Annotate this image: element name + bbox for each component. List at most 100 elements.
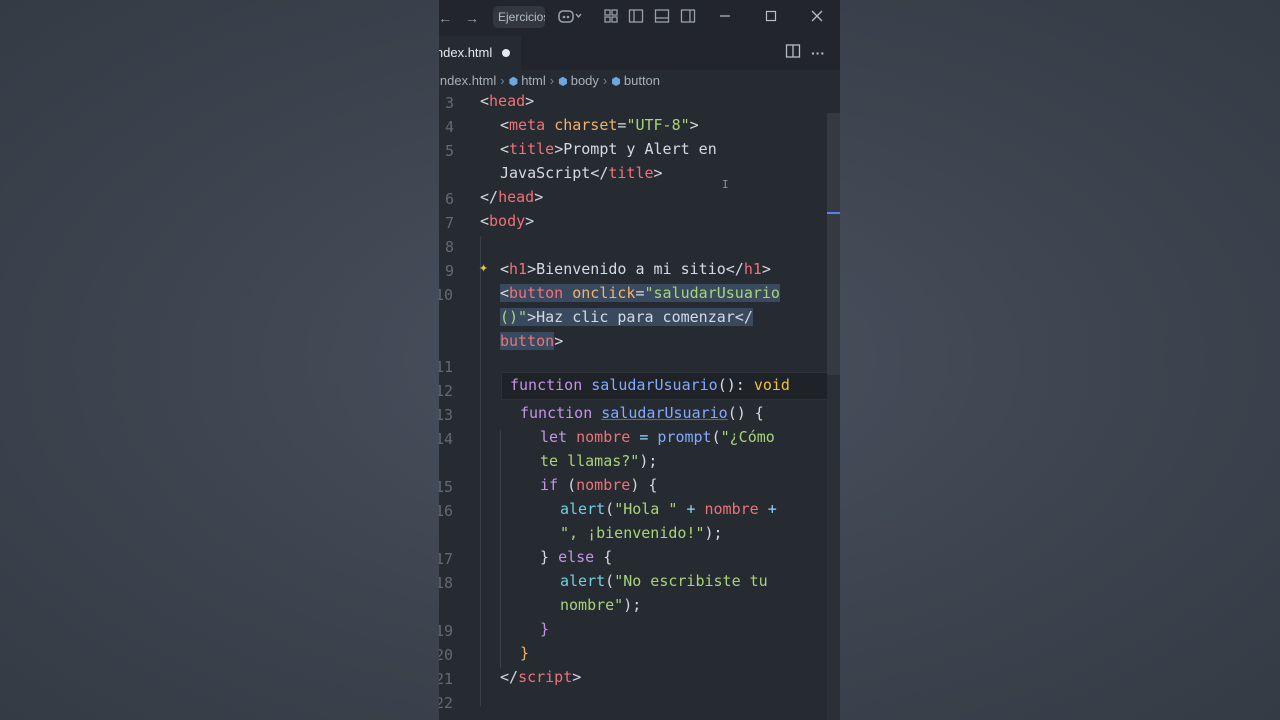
title-bar: ← → Ejercicios (439, 0, 840, 36)
code-token: onclick (572, 284, 636, 302)
hover-signature: function saludarUsuario(): void (510, 376, 790, 394)
arrow-left-icon[interactable]: ← (439, 8, 455, 28)
line-number: 10 (439, 286, 453, 304)
code-token: Bienvenido a mi sitio (536, 260, 726, 278)
chevron-right-icon: › (549, 73, 555, 88)
text-cursor-icon: I (722, 178, 729, 191)
line-number: 11 (439, 358, 453, 376)
line-number: 12 (439, 382, 453, 400)
code-token: nombre (704, 500, 759, 518)
code-token: title (509, 140, 555, 158)
indent-guide (500, 430, 501, 668)
code-token: saludarUsuario (591, 376, 718, 394)
code-token: else (558, 548, 595, 566)
code-token: JavaScript (500, 164, 591, 182)
scrollbar-cursor-marker (827, 212, 840, 214)
code-line: alert("No escribiste tu (560, 572, 768, 590)
line-number: 8 (444, 238, 454, 256)
code-line: </script> (500, 668, 582, 686)
breadcrumb-label: button (623, 73, 661, 88)
code-token: body (489, 212, 526, 230)
code-line: if (nombre) { (540, 476, 658, 494)
code-token: let (540, 428, 568, 446)
close-icon[interactable] (807, 8, 827, 28)
line-number: 14 (439, 430, 453, 448)
code-token: button (500, 332, 555, 350)
code-token: nombre (576, 428, 631, 446)
code-token: nombre" (560, 596, 624, 614)
code-token: h1 (743, 260, 762, 278)
code-line: JavaScript</title> (500, 164, 663, 182)
command-center-search[interactable]: Ejercicios (493, 6, 545, 28)
code-line: function saludarUsuario() { (520, 404, 764, 422)
code-token: alert (560, 500, 606, 518)
breadcrumb-label: body (570, 73, 599, 88)
line-number: 18 (439, 574, 453, 592)
copilot-icon[interactable] (557, 8, 583, 28)
scrollbar-thumb[interactable] (827, 113, 840, 375)
code-line-selected: ()">Haz clic para comenzar</ (500, 308, 753, 326)
line-number: 15 (439, 478, 453, 496)
tab-index-html[interactable]: index.html (439, 36, 521, 70)
sidebar-right-icon[interactable] (678, 8, 698, 28)
code-token: button (509, 284, 564, 302)
unsaved-dot-icon[interactable] (502, 49, 510, 57)
line-number: 19 (439, 622, 453, 640)
code-line: } (520, 644, 530, 662)
breadcrumb-file[interactable]: index.html (439, 70, 496, 92)
code-token: nombre (576, 476, 631, 494)
line-number: 5 (444, 142, 454, 160)
code-token: alert (560, 572, 606, 590)
code-line: <body> (480, 212, 535, 230)
line-number: 7 (444, 214, 454, 232)
breadcrumb: index.html › ⬢ html › ⬢ body › ⬢ button (439, 70, 840, 92)
sidebar-left-icon[interactable] (626, 8, 646, 28)
code-token: meta (509, 116, 546, 134)
code-area[interactable]: 3 4 5 6 7 8 9 10 11 12 13 14 15 16 17 18… (439, 90, 840, 720)
code-line: <h1>Bienvenido a mi sitio</h1> (500, 260, 771, 278)
code-token: () { (727, 404, 764, 422)
minimize-icon[interactable] (715, 8, 735, 28)
code-token: "¿Cómo (720, 428, 775, 446)
tab-label: index.html (439, 45, 493, 60)
code-token: "No escribiste tu (614, 572, 768, 590)
chevron-right-icon: › (500, 73, 505, 88)
code-token: ()" (500, 308, 528, 326)
maximize-icon[interactable] (761, 8, 781, 28)
arrow-right-icon[interactable]: → (462, 8, 482, 28)
code-token: title (608, 164, 654, 182)
code-token: prompt (657, 428, 712, 446)
line-number: 16 (439, 502, 453, 520)
sparkle-icon[interactable]: ✦ (479, 258, 488, 276)
code-line-selected: <button onclick="saludarUsuario (500, 284, 780, 302)
code-line-selected: button> (500, 332, 564, 350)
split-editor-icon[interactable] (783, 43, 803, 63)
code-token: te llamas?" (540, 452, 640, 470)
code-token: "saludarUsuario (644, 284, 780, 302)
code-line: let nombre = prompt("¿Cómo (540, 428, 775, 446)
code-token: Prompt y Alert en (563, 140, 717, 158)
code-line: te llamas?"); (540, 452, 658, 470)
code-token: head (498, 188, 535, 206)
chevron-right-icon: › (602, 73, 608, 88)
line-number: 6 (444, 190, 454, 208)
more-actions-icon[interactable]: ··· (808, 43, 828, 63)
code-token: charset (554, 116, 618, 134)
code-line: ", ¡bienvenido!"); (560, 524, 723, 542)
code-line: alert("Hola " + nombre + (560, 500, 777, 518)
line-number: 3 (444, 94, 454, 112)
line-number: 9 (444, 262, 454, 280)
line-number: 13 (439, 406, 453, 424)
layout-icon[interactable] (601, 8, 621, 28)
tab-bar: index.html ··· (439, 36, 840, 70)
code-token: "UTF-8" (626, 116, 690, 134)
code-line: } (540, 620, 550, 638)
code-token: head (489, 92, 526, 110)
code-line: } else { (540, 548, 613, 566)
breadcrumb-label: html (521, 73, 546, 88)
panel-icon[interactable] (652, 8, 672, 28)
code-token: function (520, 404, 593, 422)
code-token: Haz clic para comenzar</ (536, 308, 753, 326)
code-line: <head> (480, 92, 535, 110)
line-number: 21 (439, 670, 453, 688)
